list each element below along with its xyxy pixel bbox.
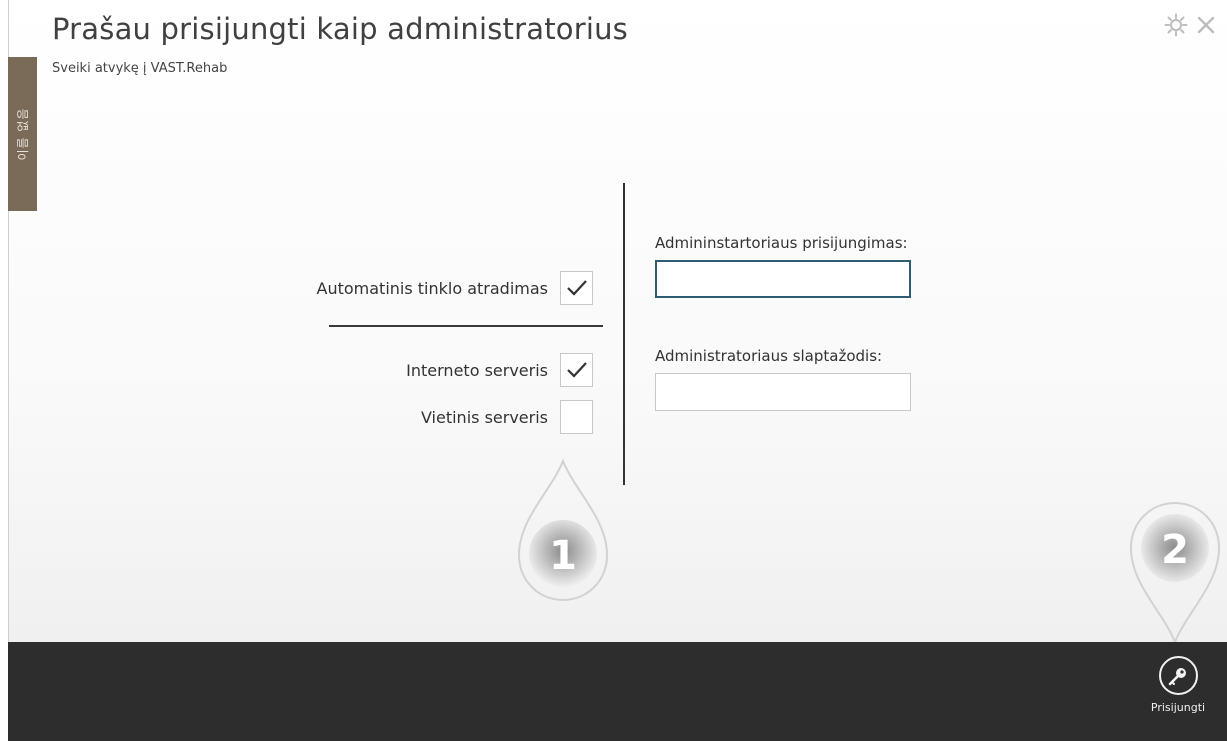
internet-server-checkbox[interactable]: [560, 353, 593, 387]
login-button-label: Prisijungti: [1150, 701, 1206, 714]
divider: [329, 325, 603, 327]
login-circle: [1158, 656, 1198, 695]
auto-discovery-label: Automatinis tinklo atradimas: [316, 278, 549, 298]
internet-server-label: Interneto serveris: [406, 360, 548, 380]
side-tab-label: 이름 없음: [16, 107, 30, 161]
side-tab[interactable]: 이름 없음: [8, 57, 37, 211]
auto-discovery-row: Automatinis tinklo atradimas: [316, 271, 593, 305]
page-title: Prašau prisijungti kaip administratorius: [52, 12, 628, 46]
gear-icon[interactable]: [1163, 12, 1189, 38]
auto-discovery-checkbox[interactable]: [560, 271, 593, 305]
marker-2-number: 2: [1161, 527, 1189, 573]
checkmark-icon: [566, 280, 587, 296]
marker-1: 1: [517, 458, 609, 602]
admin-password-label: Administratoriaus slaptažodis:: [655, 347, 883, 365]
app-window: [8, 0, 1227, 741]
marker-1-number: 1: [549, 533, 577, 579]
admin-login-label: Admininstartoriaus prisijungimas:: [655, 234, 908, 252]
marker-2: 2: [1129, 501, 1221, 645]
admin-login-input[interactable]: [655, 260, 911, 298]
admin-password-input[interactable]: [655, 373, 911, 411]
bottom-app-bar: [8, 642, 1227, 741]
internet-server-row: Interneto serveris: [406, 353, 593, 387]
checkmark-icon: [566, 362, 587, 378]
page-subtitle: Sveiki atvykę į VAST.Rehab: [52, 61, 228, 76]
key-icon: [1168, 667, 1186, 685]
login-button[interactable]: Prisijungti: [1145, 656, 1211, 728]
close-icon[interactable]: [1193, 12, 1219, 38]
window-controls: [1163, 12, 1219, 38]
local-server-checkbox[interactable]: [560, 400, 593, 434]
local-server-label: Vietinis serveris: [420, 407, 548, 427]
local-server-row: Vietinis serveris: [421, 400, 593, 434]
vertical-divider: [623, 183, 625, 485]
